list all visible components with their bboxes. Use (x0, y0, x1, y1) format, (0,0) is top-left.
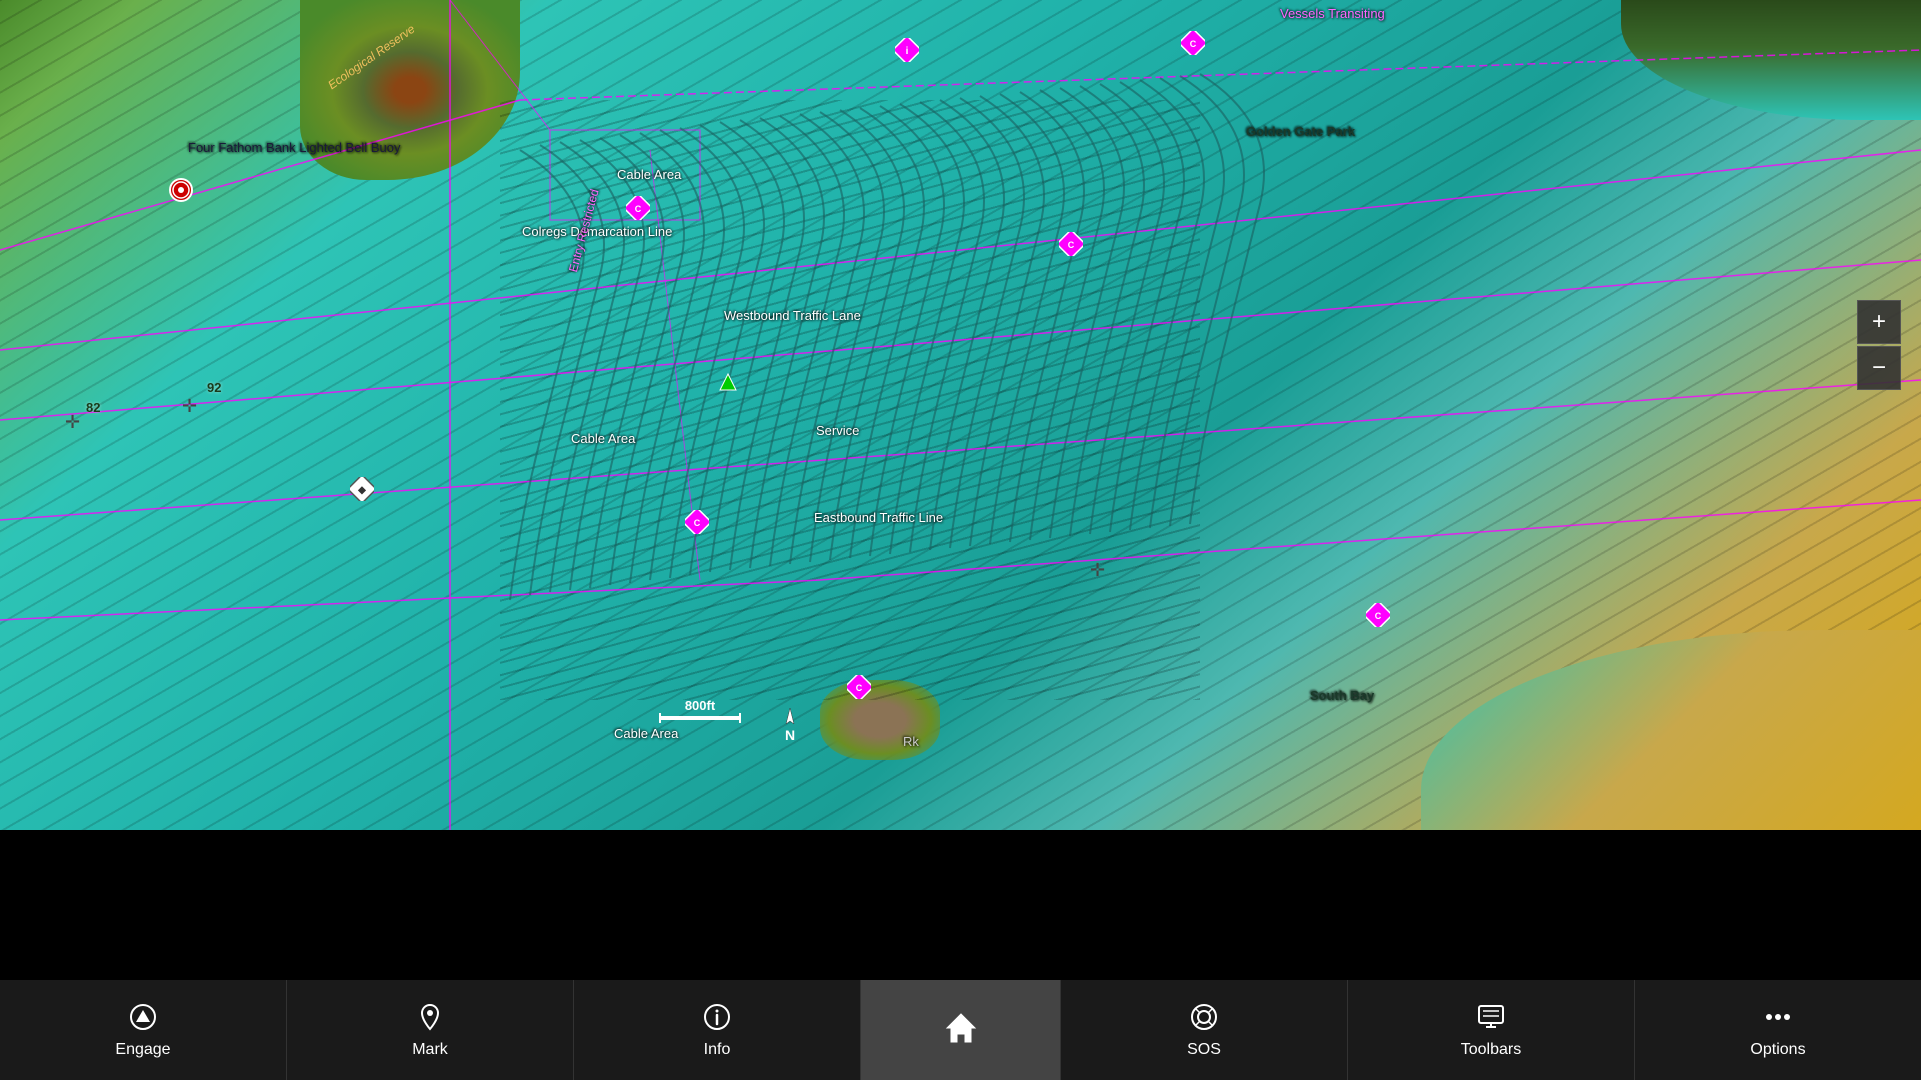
info-label: Info (704, 1041, 731, 1059)
nav-sos[interactable]: SOS (1061, 980, 1348, 1080)
svg-text:◆: ◆ (357, 485, 366, 496)
svg-text:C: C (694, 518, 701, 528)
cursor-move-3: ✛ (1090, 560, 1105, 581)
nav-engage[interactable]: Engage (0, 980, 287, 1080)
marker-c-5[interactable]: C (847, 675, 871, 704)
land-area-topright (1621, 0, 1921, 120)
mark-label: Mark (412, 1041, 448, 1059)
svg-text:i: i (906, 46, 909, 57)
label-golden-gate: Golden Gate Park (1246, 124, 1355, 139)
cursor-move-2: ✛ (65, 412, 80, 433)
sos-icon (1189, 1002, 1219, 1037)
land-area-topleft (300, 0, 520, 180)
home-icon (943, 1010, 979, 1051)
nav-toolbars[interactable]: Toolbars (1348, 980, 1635, 1080)
sos-label: SOS (1187, 1041, 1221, 1059)
marker-c-6[interactable]: C (1366, 603, 1390, 632)
nav-options[interactable]: Options (1635, 980, 1921, 1080)
marker-c-2[interactable]: C (626, 196, 650, 225)
zoom-in-button[interactable]: + (1857, 300, 1901, 344)
map-container: N 800ft Four Fathom Bank Lighted Bell Bu… (0, 0, 1921, 1080)
marker-c-4[interactable]: C (685, 510, 709, 539)
marker-c-1[interactable]: C (1181, 31, 1205, 60)
label-south-bay: South Bay (1310, 688, 1374, 703)
marker-red-buoy[interactable] (169, 178, 193, 202)
marker-info-1[interactable]: i (895, 38, 919, 67)
depth-82: 82 (86, 400, 100, 415)
label-cable-area-3: Cable Area (614, 726, 678, 741)
depth-92: 92 (207, 380, 221, 395)
engage-icon (128, 1002, 158, 1037)
nav-info[interactable]: Info (574, 980, 861, 1080)
toolbars-label: Toolbars (1461, 1041, 1521, 1059)
marker-green-triangle[interactable] (718, 372, 738, 397)
svg-text:C: C (635, 204, 642, 214)
bottom-nav: Engage Mark Info (0, 980, 1921, 1080)
mark-icon (415, 1002, 445, 1037)
toolbars-icon (1476, 1002, 1506, 1037)
svg-text:C: C (856, 683, 863, 693)
svg-text:C: C (1375, 611, 1382, 621)
cursor-move-1: ✛ (182, 396, 197, 417)
svg-text:N: N (785, 727, 795, 743)
zoom-out-button[interactable]: − (1857, 346, 1901, 390)
svg-text:C: C (1068, 240, 1075, 250)
marker-info-2[interactable]: ◆ (350, 477, 374, 506)
info-icon (702, 1002, 732, 1037)
land-area-bottomright (1421, 630, 1921, 830)
options-label: Options (1750, 1041, 1805, 1059)
options-icon (1763, 1002, 1793, 1037)
sand-waves (500, 100, 1200, 700)
svg-text:C: C (1190, 39, 1197, 49)
nav-home[interactable] (861, 980, 1061, 1080)
engage-label: Engage (115, 1041, 170, 1059)
label-vessels-transiting: Vessels Transiting (1280, 6, 1385, 21)
zoom-controls: + − (1857, 300, 1901, 390)
nav-mark[interactable]: Mark (287, 980, 574, 1080)
marker-c-3[interactable]: C (1059, 232, 1083, 261)
svg-text:800ft: 800ft (685, 698, 716, 713)
map-canvas[interactable]: N 800ft Four Fathom Bank Lighted Bell Bu… (0, 0, 1921, 830)
